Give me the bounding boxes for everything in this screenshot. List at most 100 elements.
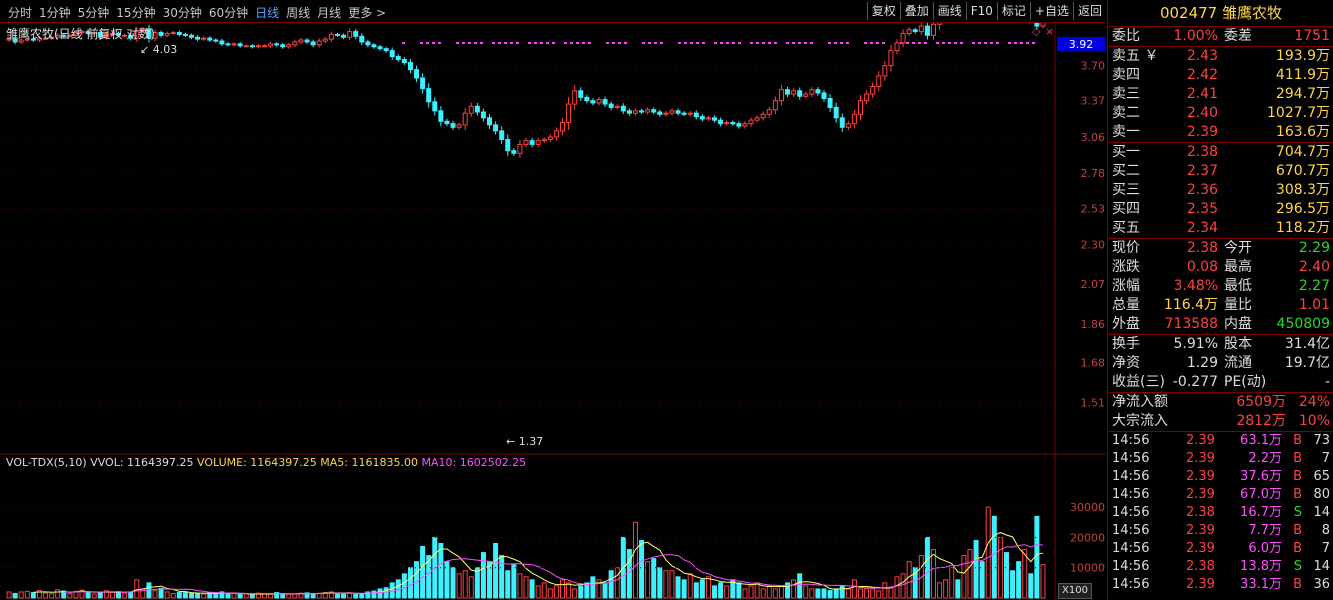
high-marker: ↙ 4.03 <box>140 43 177 56</box>
tick-volume: 13.8万 <box>1240 559 1282 574</box>
signal-dot <box>630 42 633 44</box>
tick-volume: 16.7万 <box>1240 505 1282 520</box>
close-icon[interactable]: × <box>1045 25 1054 38</box>
buys-label: 买二 <box>1112 163 1140 179</box>
tick-row: 14:56 2.39 37.6万 B 65 <box>1108 468 1333 486</box>
tick-volume: 2.2万 <box>1248 451 1282 466</box>
volume-indicator-label: VOL-TDX(5,10) VVOL: 1164397.25 VOLUME: 1… <box>6 456 526 469</box>
volume-bar <box>24 590 30 599</box>
tick-volume: 6.0万 <box>1248 541 1282 556</box>
flow-amount: 2812万 <box>1236 413 1286 429</box>
candle-body <box>377 46 383 50</box>
tick-price: 2.38 <box>1186 505 1215 520</box>
period-tab-5[interactable]: 60分钟 <box>209 6 248 20</box>
volume-bar <box>736 582 742 599</box>
period-tab-3[interactable]: 15分钟 <box>116 6 155 20</box>
candle-body <box>432 101 438 112</box>
signal-dot <box>738 42 741 44</box>
volume-bar <box>195 593 201 599</box>
tick-side: S <box>1293 559 1302 574</box>
kline-chart[interactable]: 3.70 3.37 3.06 2.78 2.53 2.30 2.07 1.86 1.68 1.51… <box>0 23 1106 600</box>
volume-bar <box>663 570 669 599</box>
tool-button-4[interactable]: 标记 <box>996 2 1030 20</box>
candle-body <box>553 130 559 138</box>
signal-dot <box>588 42 591 44</box>
tool-button-6[interactable]: 返回 <box>1072 2 1106 20</box>
volume-bar <box>553 585 559 599</box>
period-tab-1[interactable]: 1分钟 <box>39 6 71 20</box>
buys-label: 买一 <box>1112 144 1140 160</box>
volume-bar <box>590 576 596 599</box>
volume-bar <box>967 549 973 599</box>
sells-price: 2.42 <box>1186 67 1218 83</box>
buys-volume: 296.5万 <box>1275 201 1330 217</box>
period-tab-0[interactable]: 分时 <box>8 6 32 20</box>
volume-bar <box>487 561 493 599</box>
fund-value: 19.7亿 <box>1284 355 1330 371</box>
period-tab-4[interactable]: 30分钟 <box>163 6 202 20</box>
fund-value: 5.91% <box>1173 336 1218 352</box>
tick-row: 14:56 2.39 2.2万 B 7 <box>1108 450 1333 468</box>
volume-bar <box>201 593 207 599</box>
tick-side: B <box>1293 577 1302 592</box>
buys-row[interactable]: 买一 2.38 704.7万 <box>1108 143 1333 162</box>
sells-row[interactable]: 卖五 ￥ 2.43 193.9万 <box>1108 47 1333 66</box>
sells-row[interactable]: 卖一 2.39 163.6万 <box>1108 123 1333 142</box>
tool-button-1[interactable]: 叠加 <box>899 2 933 20</box>
stock-name: 雏鹰农牧 <box>1222 4 1283 22</box>
volume-bar <box>456 573 462 599</box>
tool-button-5[interactable]: +自选 <box>1029 2 1073 20</box>
period-tab-2[interactable]: 5分钟 <box>78 6 110 20</box>
sells-row[interactable]: 卖四 2.42 411.9万 <box>1108 66 1333 85</box>
chart-area[interactable]: 3.70 3.37 3.06 2.78 2.53 2.30 2.07 1.86 1.68 1.51… <box>0 23 1106 600</box>
signal-dot <box>438 42 441 44</box>
candle-body <box>590 100 596 104</box>
candle-body <box>511 150 517 154</box>
volume-bar <box>1040 564 1046 599</box>
signal-dot <box>882 42 885 44</box>
buys-row[interactable]: 买三 2.36 308.3万 <box>1108 181 1333 200</box>
signal-dot <box>504 42 507 44</box>
flow-row: 大宗流入 2812万 10% <box>1108 412 1333 431</box>
signal-dot <box>876 42 879 44</box>
signal-dot <box>924 42 927 44</box>
signal-dot <box>768 42 771 44</box>
sells-volume: 1027.7万 <box>1267 105 1330 121</box>
tool-button-3[interactable]: F10 <box>965 2 997 20</box>
period-tab-6[interactable]: 日线 <box>255 6 279 20</box>
tick-price: 2.39 <box>1186 541 1215 556</box>
candle-body <box>669 110 675 114</box>
candle-body <box>870 85 876 95</box>
candle-body <box>389 50 395 58</box>
tick-price: 2.39 <box>1186 487 1215 502</box>
volume-bar <box>414 561 420 599</box>
volume-bar <box>371 590 377 599</box>
tool-button-0[interactable]: 复权 <box>866 2 900 20</box>
volume-bar <box>268 593 274 599</box>
period-tab-9[interactable]: 更多 > <box>348 6 386 20</box>
buys-row[interactable]: 买四 2.35 296.5万 <box>1108 200 1333 219</box>
signal-dot <box>792 42 795 44</box>
sells-row[interactable]: 卖三 2.41 294.7万 <box>1108 85 1333 104</box>
buys-row[interactable]: 买五 2.34 118.2万 <box>1108 219 1333 238</box>
signal-dot <box>450 42 453 44</box>
sells-volume: 294.7万 <box>1275 86 1330 102</box>
tick-count: 73 <box>1313 433 1330 448</box>
signal-dot <box>570 42 573 44</box>
quote-label: 涨跌 <box>1112 259 1140 275</box>
period-tab-7[interactable]: 周线 <box>286 6 310 20</box>
quote-value: 2.27 <box>1298 278 1330 294</box>
sells-row[interactable]: 卖二 2.40 1027.7万 <box>1108 104 1333 123</box>
signal-dot <box>714 42 717 44</box>
signal-dot <box>480 42 483 44</box>
period-tab-8[interactable]: 月线 <box>317 6 341 20</box>
signal-dot <box>564 42 567 44</box>
signal-dot <box>996 42 999 44</box>
buys-label: 买三 <box>1112 182 1140 198</box>
buys-row[interactable]: 买二 2.37 670.7万 <box>1108 162 1333 181</box>
tool-button-2[interactable]: 画线 <box>932 2 966 20</box>
signal-dot <box>1002 42 1005 44</box>
signal-dot <box>552 42 555 44</box>
candle-body <box>772 100 778 111</box>
fundamental-stats: 换手 5.91% 股本 31.4亿 净资 1.29 流通 19.7亿 收益(三) -0.277 PE… <box>1108 335 1333 393</box>
